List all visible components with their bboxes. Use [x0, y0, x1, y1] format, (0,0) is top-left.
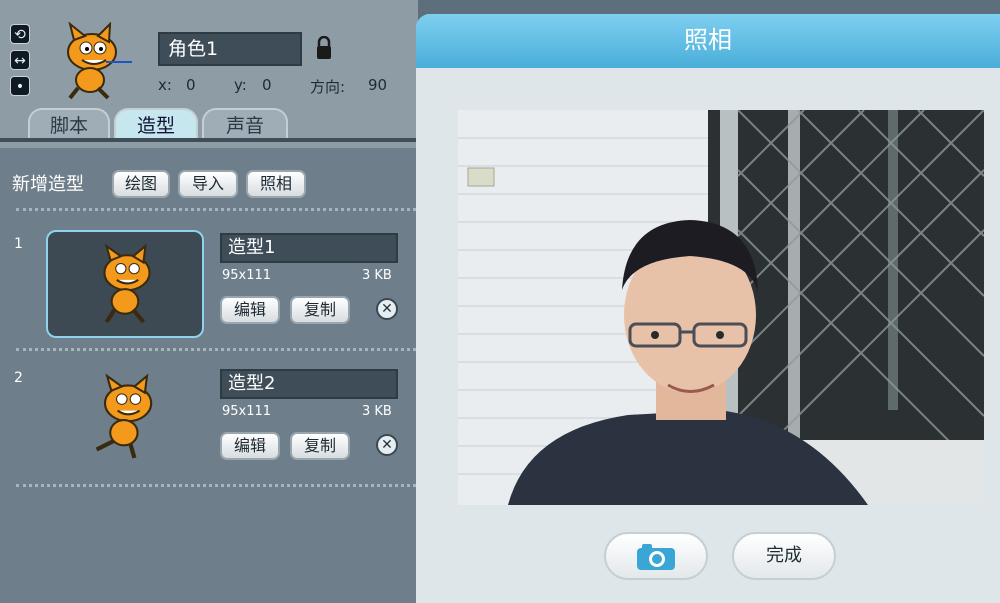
costume-dimensions: 95x111 [222, 268, 272, 283]
edit-button[interactable]: 编辑 [220, 432, 280, 460]
sprite-name-field[interactable]: 角色1 [158, 32, 302, 66]
dialog-title: 照相 [416, 14, 1000, 68]
copy-button[interactable]: 复制 [290, 432, 350, 460]
costume-file-size: 3 KB [362, 268, 392, 283]
rotate-icon[interactable]: ⟲ [10, 24, 30, 44]
lock-icon[interactable] [316, 36, 332, 60]
costume-file-size: 3 KB [362, 404, 392, 419]
camera-dialog: 照相 完成 [416, 14, 1000, 603]
sprite-cat-thumbnail [67, 22, 132, 100]
direction-value: 90 [368, 76, 388, 94]
camera-icon [637, 544, 675, 570]
costume-dimensions: 95x111 [222, 404, 272, 419]
costume-name-field[interactable]: 造型2 [220, 369, 398, 399]
tab-scripts[interactable]: 脚本 [28, 108, 110, 142]
tab-sounds[interactable]: 声音 [202, 108, 288, 142]
camera-button[interactable]: 照相 [246, 170, 306, 198]
direction-label: 方向: [310, 78, 346, 96]
close-icon[interactable]: ✕ [376, 434, 398, 456]
sprite-info-bar: ⟲ ↔ • 角色1 x: 0 y: 0 方向: 90 脚本 造型 声音 [0, 0, 418, 148]
new-costume-label: 新增造型 [12, 174, 84, 195]
costume-name-field[interactable]: 造型1 [220, 233, 398, 263]
costume-index: 1 [14, 236, 23, 252]
y-label: y: [234, 76, 247, 94]
tabs-divider [0, 138, 418, 142]
costume-index: 2 [14, 370, 23, 386]
divider [16, 208, 416, 211]
costume-thumbnail-selected[interactable] [46, 230, 204, 338]
sprite-panel: ⟲ ↔ • 角色1 x: 0 y: 0 方向: 90 脚本 造型 声音 新增造型… [0, 0, 418, 603]
y-value: 0 [262, 76, 272, 94]
cat-costume-image[interactable] [84, 370, 168, 466]
close-icon[interactable]: ✕ [376, 298, 398, 320]
copy-button[interactable]: 复制 [290, 296, 350, 324]
x-label: x: [158, 76, 172, 94]
webcam-photo [458, 110, 984, 505]
tab-costumes[interactable]: 造型 [114, 108, 198, 142]
paint-button[interactable]: 绘图 [112, 170, 170, 198]
x-value: 0 [186, 76, 196, 94]
no-rotate-icon[interactable]: • [10, 76, 30, 96]
flip-icon[interactable]: ↔ [10, 50, 30, 70]
camera-preview [458, 110, 984, 505]
cat-costume-image [103, 243, 151, 324]
divider [16, 348, 416, 351]
capture-button[interactable] [604, 532, 708, 580]
edit-button[interactable]: 编辑 [220, 296, 280, 324]
done-button[interactable]: 完成 [732, 532, 836, 580]
divider [16, 484, 416, 487]
import-button[interactable]: 导入 [178, 170, 238, 198]
